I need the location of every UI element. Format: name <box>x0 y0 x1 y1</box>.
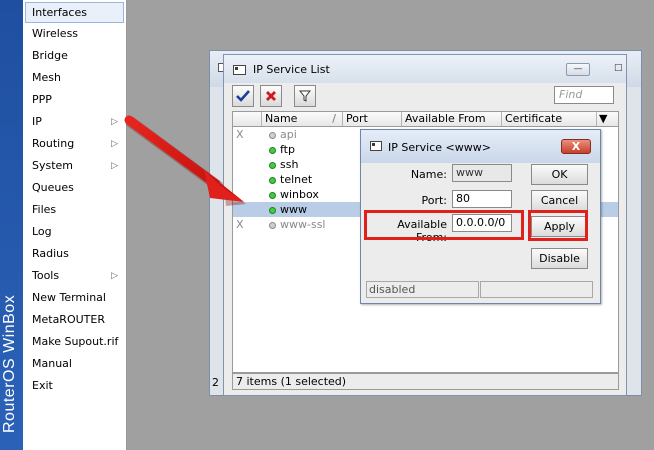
menu-item-log[interactable]: Log <box>23 221 126 243</box>
status-dot-icon <box>269 207 276 214</box>
status-dot-icon <box>269 222 276 229</box>
name-label: Name: <box>410 168 447 181</box>
status-dot-icon <box>269 147 276 154</box>
window-title: IP Service List <box>253 63 330 76</box>
sort-indicator-icon: / <box>332 112 336 125</box>
menu-item-manual[interactable]: Manual <box>23 353 126 375</box>
menu-item-new-terminal[interactable]: New Terminal <box>23 287 126 309</box>
menu-item-wireless[interactable]: Wireless <box>23 23 126 45</box>
status-dot-icon <box>269 192 276 199</box>
menu-item-radius[interactable]: Radius <box>23 243 126 265</box>
brand-strip: RouterOS WinBox <box>0 0 23 450</box>
column-header-flag[interactable] <box>233 112 262 126</box>
port-label: Port: <box>421 194 447 207</box>
name-field[interactable]: www <box>452 164 512 182</box>
menu-item-files[interactable]: Files <box>23 199 126 221</box>
brand-label: RouterOS WinBox <box>1 294 18 433</box>
disable-button[interactable]: Disable <box>531 248 588 269</box>
back-window-char: D <box>212 179 221 192</box>
close-button[interactable]: X <box>561 139 591 154</box>
checkmark-icon <box>236 90 250 102</box>
menu-item-bridge[interactable]: Bridge <box>23 45 126 67</box>
column-header-name[interactable]: Name / <box>262 112 343 126</box>
column-header-available-from[interactable]: Available From <box>402 112 502 126</box>
menu-item-queues[interactable]: Queues <box>23 177 126 199</box>
minimize-button[interactable]: — <box>566 63 590 76</box>
menu-item-metarouter[interactable]: MetaROUTER <box>23 309 126 331</box>
menu-item-system[interactable]: System ▷ <box>23 155 126 177</box>
back-window-char: 2 <box>212 376 219 389</box>
menu-item-interfaces[interactable]: Interfaces <box>25 2 124 23</box>
find-input[interactable]: Find <box>554 86 614 104</box>
main-menu: Interfaces Wireless Bridge Mesh PPP IP ▷ … <box>23 0 127 450</box>
dialog-titlebar[interactable]: IP Service <www> X <box>361 130 600 163</box>
column-header-port[interactable]: Port <box>343 112 402 126</box>
menu-item-mesh[interactable]: Mesh <box>23 67 126 89</box>
port-field[interactable]: 80 <box>452 190 512 208</box>
dialog-status-disabled: disabled <box>366 281 479 298</box>
menu-item-exit[interactable]: Exit <box>23 375 126 397</box>
window-titlebar[interactable]: IP Service List — □ <box>224 55 626 83</box>
filter-icon <box>299 90 311 102</box>
submenu-arrow-icon: ▷ <box>111 271 118 281</box>
window-icon <box>233 65 246 75</box>
dialog-status-empty <box>480 281 593 298</box>
list-status-bar: 7 items (1 selected) <box>232 373 619 390</box>
status-dot-icon <box>269 132 276 139</box>
disable-button[interactable] <box>260 85 282 107</box>
submenu-arrow-icon: ▷ <box>111 117 118 127</box>
submenu-arrow-icon: ▷ <box>111 139 118 149</box>
toolbar: Find <box>230 85 620 107</box>
ok-button[interactable]: OK <box>531 164 588 185</box>
status-dot-icon <box>269 162 276 169</box>
column-header-certificate[interactable]: Certificate <box>502 112 597 126</box>
filter-button[interactable] <box>294 85 316 107</box>
window-icon <box>370 141 382 151</box>
cross-icon <box>266 91 276 101</box>
menu-item-routing[interactable]: Routing ▷ <box>23 133 126 155</box>
apply-button-highlight <box>528 210 588 241</box>
enable-button[interactable] <box>232 85 254 107</box>
column-menu-button[interactable]: ▼ <box>597 112 618 126</box>
status-dot-icon <box>269 177 276 184</box>
cancel-button[interactable]: Cancel <box>531 190 588 211</box>
available-from-highlight <box>364 210 524 240</box>
menu-item-tools[interactable]: Tools ▷ <box>23 265 126 287</box>
menu-item-make-supout[interactable]: Make Supout.rif <box>23 331 126 353</box>
dialog-title: IP Service <www> <box>388 141 491 154</box>
menu-item-ppp[interactable]: PPP <box>23 89 126 111</box>
table-header: Name / Port Available From Certificate ▼ <box>233 112 618 127</box>
submenu-arrow-icon: ▷ <box>111 161 118 171</box>
menu-item-ip[interactable]: IP ▷ <box>23 111 126 133</box>
maximize-button[interactable]: □ <box>614 63 623 76</box>
